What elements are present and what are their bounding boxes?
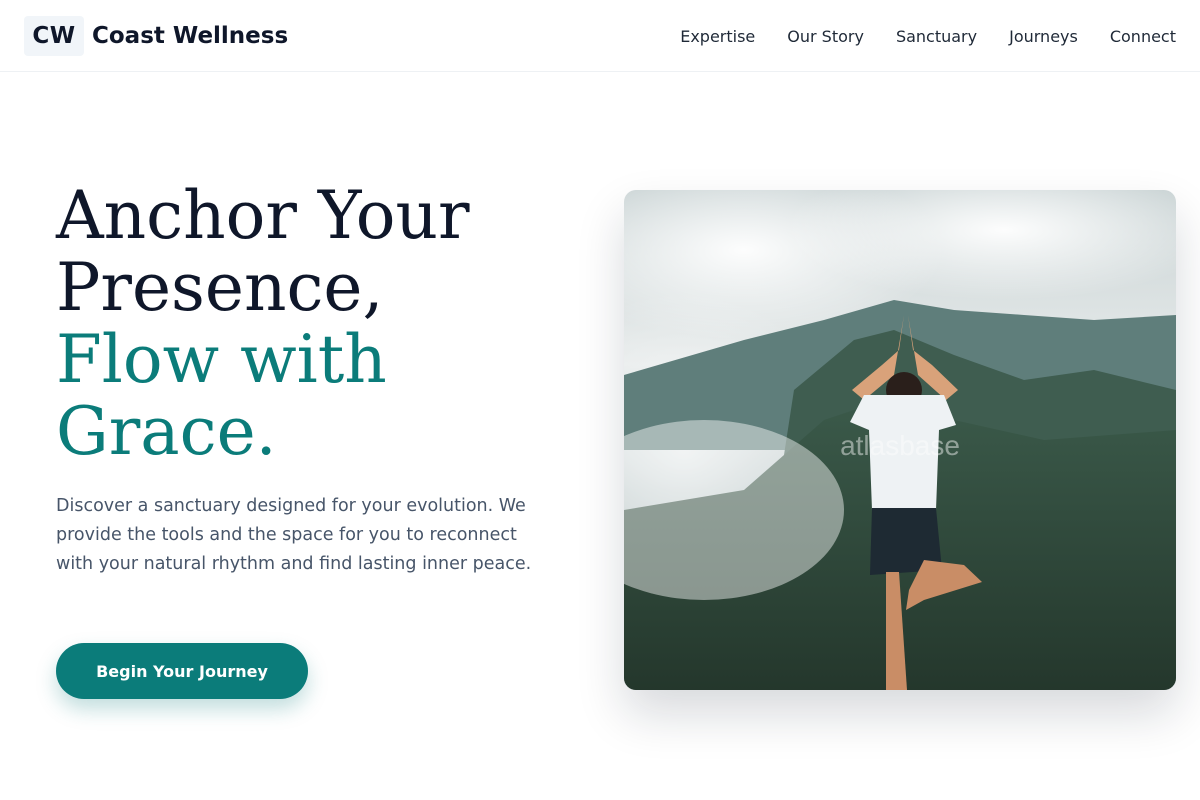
begin-journey-button[interactable]: Begin Your Journey [56,643,308,699]
logo-badge: CW [24,16,84,56]
hero-headline: Anchor Your Presence, Flow with Grace. [56,180,556,468]
nav-link-journeys[interactable]: Journeys [1009,27,1078,46]
hero-image: atlasbase [624,190,1176,690]
brand-name: Coast Wellness [92,23,289,49]
headline-accent-line-2: Grace. [56,393,277,470]
nav-link-our-story[interactable]: Our Story [787,27,864,46]
nav-link-expertise[interactable]: Expertise [680,27,755,46]
hero-photo: atlasbase [624,190,1176,690]
image-watermark: atlasbase [840,430,960,461]
headline-line-1: Anchor Your [56,177,470,254]
nav-links: Expertise Our Story Sanctuary Journeys C… [648,24,1176,48]
nav-link-sanctuary[interactable]: Sanctuary [896,27,977,46]
headline-accent-line-1: Flow with [56,321,387,398]
hero-subtext: Discover a sanctuary designed for your e… [56,496,532,574]
headline-line-2: Presence, [56,249,384,326]
top-navbar: CW Coast Wellness Expertise Our Story Sa… [0,0,1200,72]
hero-text: Anchor Your Presence, Flow with Grace. D… [56,180,556,579]
nav-link-connect[interactable]: Connect [1110,27,1176,46]
brand[interactable]: CW Coast Wellness [24,16,288,56]
